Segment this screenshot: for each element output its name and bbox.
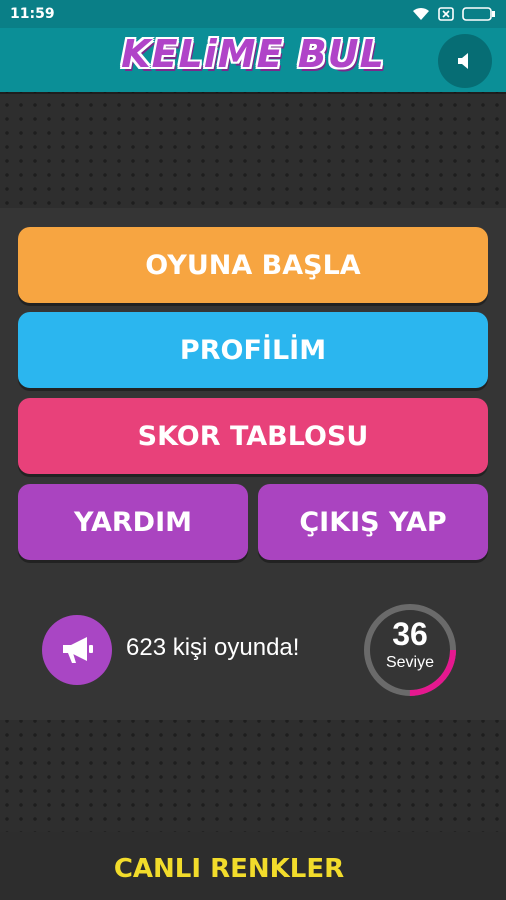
profile-button[interactable]: PROFİLİM: [18, 312, 488, 388]
canli-renkler-link[interactable]: CANLI RENKLER: [0, 854, 458, 884]
status-bar: 11:59: [0, 0, 506, 28]
level-number: 36: [392, 616, 428, 652]
app-header: KELiME BUL: [0, 28, 506, 92]
start-game-button[interactable]: OYUNA BAŞLA: [18, 227, 488, 303]
status-icons: [412, 7, 496, 21]
battery-icon: [462, 7, 495, 21]
app-logo: KELiME BUL: [121, 32, 385, 76]
level-indicator: 36 Seviye: [362, 602, 458, 698]
online-players-text: 623 kişi oyunda!: [126, 634, 300, 661]
footer: CANLI RENKLER: [0, 832, 506, 900]
sound-button[interactable]: [438, 34, 492, 88]
logout-button[interactable]: ÇIKIŞ YAP: [258, 484, 488, 560]
speaker-icon: [458, 53, 468, 69]
help-button[interactable]: YARDIM: [18, 484, 248, 560]
status-time: 11:59: [10, 6, 55, 22]
no-sim-icon: [438, 7, 454, 21]
online-players-badge: [42, 615, 112, 685]
level-label: Seviye: [385, 654, 435, 671]
megaphone-icon: [63, 637, 93, 663]
wifi-icon: [413, 7, 429, 20]
scoreboard-button[interactable]: SKOR TABLOSU: [18, 398, 488, 474]
